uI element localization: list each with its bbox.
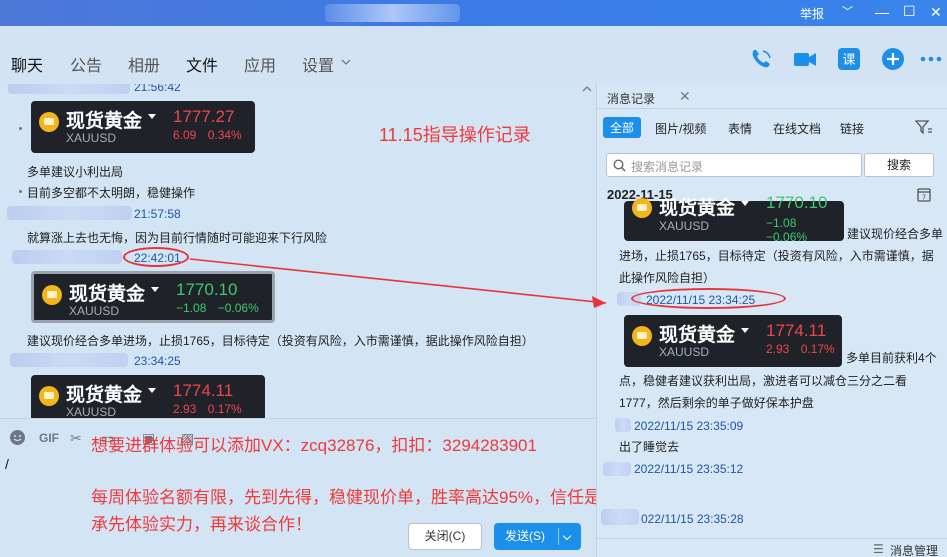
blurred-sender [7, 206, 132, 220]
history-close-icon[interactable]: ✕ [679, 88, 691, 105]
gif-icon[interactable]: GIF [39, 431, 59, 445]
search-placeholder: 搜索消息记录 [631, 160, 704, 174]
message-text: 就算涨上去也无悔，因为目前行情随时可能迎来下行风险 [27, 231, 328, 245]
message-text: 目前多空都不太明朗，稳健操作 [27, 186, 196, 200]
send-options-chevron-icon[interactable] [562, 531, 572, 541]
highlight-circle [123, 247, 189, 267]
gold-coin-icon [39, 386, 59, 406]
message-time: 21:57:58 [134, 207, 181, 221]
filter-emoji[interactable]: 表情 [728, 120, 752, 137]
gold-coin-icon [42, 285, 62, 305]
title-bar: 举报 ﹀ — ☐ ✕ [0, 0, 947, 26]
message-time: 21:56:42 [134, 84, 181, 94]
message-time: 23:34:25 [134, 354, 181, 368]
blurred-sender [12, 250, 122, 264]
close-icon[interactable]: ✕ [930, 3, 942, 21]
send-button[interactable]: 发送(S) [494, 523, 581, 550]
gold-coin-icon [632, 326, 652, 346]
history-search-input[interactable]: 搜索消息记录 [606, 153, 862, 177]
minimize-icon[interactable]: — [875, 3, 889, 21]
quote-card[interactable]: 现货黄金 XAUUSD 1770.10 −1.08 −0.06% [31, 271, 275, 323]
tab-apps[interactable]: 应用 [244, 52, 276, 76]
promo-line-3: 承先体验实力，再来谈合作！ [91, 515, 312, 534]
caret-down-icon [148, 388, 156, 393]
message-manage-link[interactable]: 消息管理 [890, 542, 938, 557]
filter-icon[interactable] [915, 120, 933, 134]
search-button[interactable]: 搜索 [864, 153, 934, 177]
caret-down-icon [741, 328, 749, 333]
history-time: 2022/11/15 23:35:09 [634, 419, 744, 433]
phone-icon[interactable] [748, 46, 774, 72]
input-text: / [5, 456, 9, 472]
collapse-icon[interactable] [582, 84, 592, 94]
svg-text:课: 课 [842, 53, 855, 68]
gold-coin-icon [39, 112, 59, 132]
history-title: 消息记录 [607, 92, 656, 106]
quote-card[interactable]: 现货黄金 XAUUSD 1774.11 2.93 0.17% [624, 315, 842, 367]
promo-line-1: 想要进群体验可以添加VX：zcq32876，扣扣：3294283901 [91, 436, 537, 455]
filter-links[interactable]: 链接 [840, 120, 864, 137]
quote-card[interactable]: 现货黄金 XAUUSD 1777.27 6.09 0.34% [31, 101, 255, 153]
svg-text:7: 7 [922, 194, 926, 202]
calendar-icon[interactable]: 7 [917, 187, 931, 202]
nav-bar: 聊天 公告 相册 文件 应用 设置 课 [0, 26, 947, 84]
filter-all[interactable]: 全部 [603, 117, 642, 138]
class-icon[interactable]: 课 [836, 46, 862, 72]
message-text: 建议现价经合多单进场，止损1765，目标待定（投资有风险，入市需谨慎，据此操作风… [27, 334, 534, 348]
tab-files[interactable]: 文件 [186, 52, 218, 76]
search-icon [613, 159, 626, 172]
annotation-title: 11.15指导操作记录 [379, 125, 531, 145]
message-history-panel: 消息记录 ✕ 全部 图片/视频 表情 在线文档 链接 搜索消息记录 搜索 202… [596, 84, 947, 557]
blurred-sender [8, 84, 130, 94]
add-icon[interactable] [880, 46, 906, 72]
filter-docs[interactable]: 在线文档 [773, 120, 821, 137]
tab-settings[interactable]: 设置 [302, 52, 334, 76]
chevron-down-icon[interactable]: ﹀ [842, 3, 853, 21]
emoji-icon[interactable] [9, 429, 26, 446]
blurred-avatar [615, 418, 631, 432]
caret-down-icon [151, 287, 159, 292]
tab-album[interactable]: 相册 [128, 52, 160, 76]
settings-chevron-icon[interactable] [341, 58, 351, 66]
history-time: 022/11/15 23:35:28 [641, 512, 744, 526]
gold-coin-icon [632, 198, 652, 218]
filter-media[interactable]: 图片/视频 [655, 120, 706, 137]
list-icon[interactable]: ☰ [873, 542, 884, 556]
history-time: 2022/11/15 23:35:12 [634, 462, 744, 476]
caret-down-icon [741, 201, 749, 206]
highlight-circle [631, 288, 786, 309]
maximize-icon[interactable]: ☐ [903, 2, 916, 20]
more-icon[interactable] [918, 46, 944, 72]
message-text: 多单建议小利出局 [27, 165, 124, 179]
quote-card[interactable]: 现货黄金 XAUUSD 1770.10 −1.08 −0.06% [624, 193, 844, 244]
tab-announcement[interactable]: 公告 [70, 52, 102, 76]
video-call-icon[interactable] [792, 46, 818, 72]
scissors-icon[interactable]: ✂ [70, 430, 82, 447]
blurred-group-name [325, 4, 460, 22]
quote-card[interactable]: 现货黄金 XAUUSD 1774.11 2.93 0.17% [31, 375, 265, 418]
blurred-sender [10, 353, 128, 367]
blurred-avatar [601, 509, 639, 525]
caret-down-icon [148, 114, 156, 119]
report-link[interactable]: 举报 [800, 5, 824, 22]
close-button[interactable]: 关闭(C) [408, 523, 482, 550]
chat-area: 21:56:42 现货黄金 XAUUSD 1777.27 6.09 0.34% … [0, 84, 596, 418]
tab-chat[interactable]: 聊天 [11, 52, 43, 76]
blurred-avatar [603, 462, 631, 476]
